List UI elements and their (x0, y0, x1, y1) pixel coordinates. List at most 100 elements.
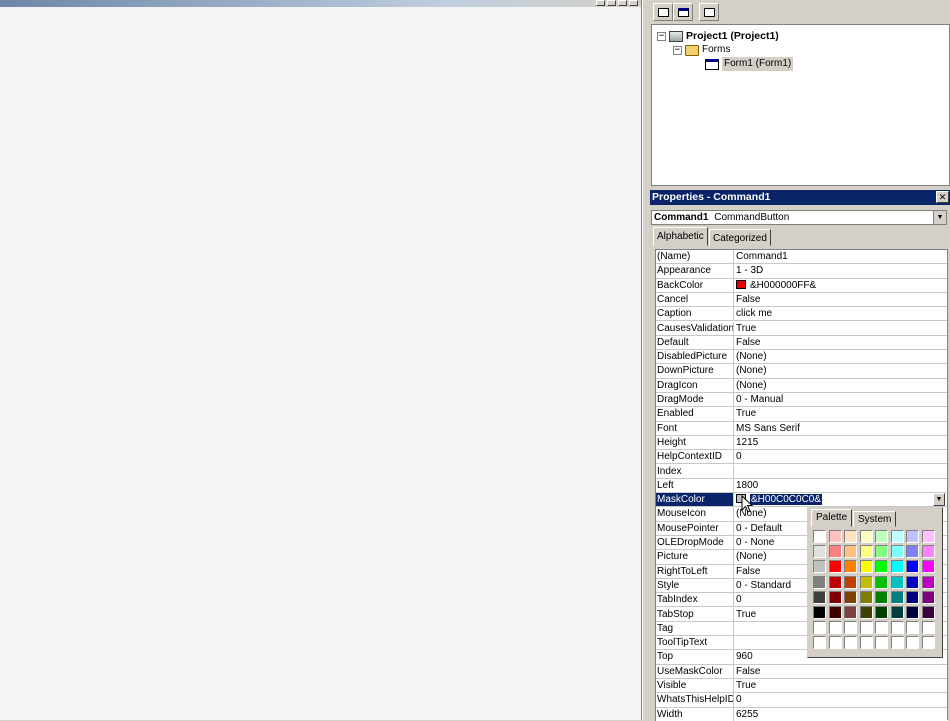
toggle-folders-button[interactable] (699, 3, 719, 21)
property-row[interactable]: CausesValidation True (656, 321, 948, 336)
color-cell[interactable] (890, 621, 904, 635)
tab-alphabetic[interactable]: Alphabetic (653, 227, 708, 246)
color-cell[interactable] (875, 605, 888, 619)
property-row[interactable]: BackColor &H000000FF& (656, 278, 948, 293)
color-cell[interactable] (828, 545, 842, 559)
property-value[interactable]: True (735, 407, 756, 420)
property-value[interactable]: 0 - None (735, 536, 774, 549)
property-row[interactable]: UseMaskColor False (656, 664, 948, 679)
tab-categorized[interactable]: Categorized (709, 229, 771, 246)
color-cell[interactable] (890, 575, 904, 589)
color-cell[interactable] (906, 605, 919, 619)
property-value[interactable]: True (735, 679, 756, 692)
chevron-down-icon[interactable]: ▼ (933, 211, 946, 224)
color-cell[interactable] (875, 621, 888, 635)
color-cell[interactable] (844, 636, 857, 650)
property-value[interactable]: 1215 (735, 436, 758, 449)
property-value[interactable]: False (735, 665, 760, 678)
property-row[interactable]: DragIcon (None) (656, 378, 948, 393)
color-cell[interactable] (906, 560, 919, 574)
color-cell[interactable] (921, 590, 935, 604)
color-cell[interactable] (828, 590, 842, 604)
color-cell[interactable] (921, 530, 935, 543)
property-row[interactable]: Font MS Sans Serif (656, 421, 948, 436)
color-cell[interactable] (813, 605, 826, 619)
color-cell[interactable] (906, 636, 919, 650)
property-value[interactable]: False (735, 293, 760, 306)
property-value[interactable]: 6255 (735, 708, 758, 721)
property-row[interactable]: WhatsThisHelpID 0 (656, 693, 948, 708)
property-value[interactable]: 1800 (735, 479, 758, 492)
collapse-icon[interactable]: − (657, 31, 666, 41)
color-cell[interactable] (844, 621, 857, 635)
property-value[interactable] (735, 622, 736, 635)
color-cell[interactable] (813, 545, 826, 559)
color-cell[interactable] (859, 530, 873, 543)
color-cell[interactable] (890, 590, 904, 604)
color-cell[interactable] (828, 560, 842, 574)
color-cell[interactable] (921, 621, 935, 635)
property-value[interactable]: 0 - Manual (735, 393, 783, 406)
view-object-button[interactable] (673, 3, 693, 21)
color-cell[interactable] (890, 560, 904, 574)
property-row[interactable]: Cancel False (656, 292, 948, 308)
property-value[interactable]: click me (735, 307, 772, 320)
property-row[interactable]: Visible True (656, 679, 948, 694)
property-value[interactable] (735, 465, 736, 478)
color-cell[interactable] (875, 636, 888, 650)
color-cell[interactable] (828, 621, 842, 635)
property-value[interactable]: (None) (735, 550, 767, 563)
color-cell[interactable] (813, 621, 826, 635)
color-cell[interactable] (859, 621, 873, 635)
property-value[interactable]: (None) (735, 364, 767, 377)
color-cell[interactable] (921, 575, 935, 589)
color-cell[interactable] (828, 575, 842, 589)
minimize-button[interactable] (596, 0, 605, 6)
color-cell[interactable] (828, 530, 842, 543)
tree-item-form1[interactable]: Form1 (Form1) (705, 57, 794, 71)
color-cell[interactable] (859, 590, 873, 604)
property-value[interactable]: MS Sans Serif (735, 422, 800, 435)
color-cell[interactable] (813, 590, 826, 604)
property-row[interactable]: Height 1215 (656, 435, 948, 451)
color-cell[interactable] (828, 636, 842, 650)
color-cell[interactable] (844, 545, 857, 559)
color-cell[interactable] (813, 575, 826, 589)
color-cell[interactable] (875, 545, 888, 559)
maximize-button[interactable] (607, 0, 616, 6)
color-cell[interactable] (921, 560, 935, 574)
property-value[interactable]: 0 - Default (735, 522, 782, 535)
collapse-icon[interactable]: − (673, 45, 682, 55)
property-value[interactable]: True (735, 608, 756, 621)
property-value[interactable]: (None) (735, 379, 767, 392)
tab-palette[interactable]: Palette (811, 509, 853, 527)
form-designer-area[interactable] (0, 0, 641, 720)
property-row[interactable]: Caption click me (656, 307, 948, 322)
color-cell[interactable] (906, 575, 919, 589)
property-value[interactable]: True (735, 322, 756, 335)
color-cell[interactable] (813, 636, 826, 650)
color-cell[interactable] (859, 605, 873, 619)
tree-item-forms[interactable]: − Forms (673, 43, 730, 57)
property-value[interactable]: 0 - Standard (735, 579, 791, 592)
property-value[interactable]: (None) (735, 350, 767, 363)
color-cell[interactable] (906, 530, 919, 543)
color-cell[interactable] (859, 545, 873, 559)
property-value[interactable]: 0 (735, 450, 742, 463)
property-row[interactable]: Default False (656, 335, 948, 351)
property-value[interactable]: False (735, 336, 760, 349)
view-code-button[interactable] (653, 3, 673, 21)
property-value[interactable]: &H000000FF& (735, 279, 816, 292)
color-cell[interactable] (813, 530, 826, 543)
close-icon[interactable]: ✕ (936, 191, 949, 203)
color-cell[interactable] (890, 636, 904, 650)
property-row[interactable]: Appearance 1 - 3D (656, 264, 948, 279)
property-row[interactable]: (Name) Command1 (656, 250, 948, 265)
restore-button[interactable] (629, 0, 638, 6)
property-row[interactable]: Left 1800 (656, 478, 948, 494)
chevron-down-icon[interactable]: ▼ (933, 493, 945, 507)
color-cell[interactable] (906, 590, 919, 604)
color-cell[interactable] (921, 636, 935, 650)
property-row[interactable]: Index (656, 464, 948, 479)
property-row[interactable]: Enabled True (656, 407, 948, 422)
